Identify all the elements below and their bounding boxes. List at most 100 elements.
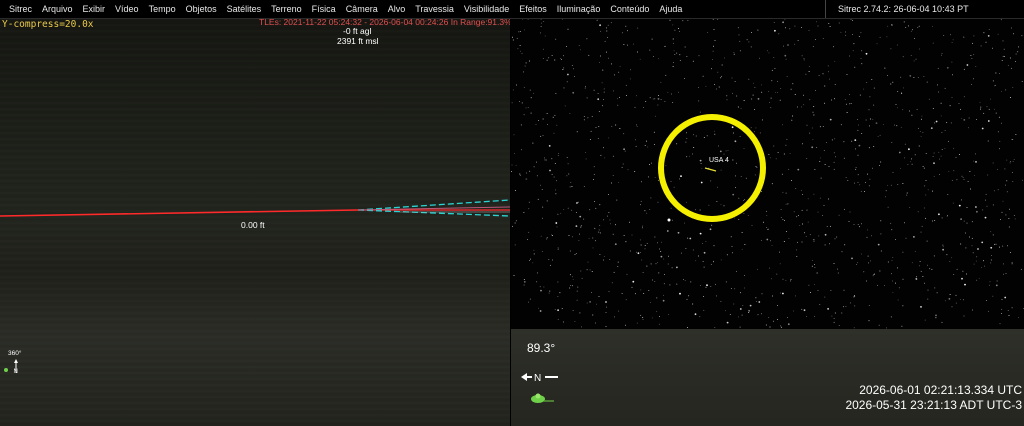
star <box>905 27 907 28</box>
star <box>990 262 992 264</box>
star <box>1008 208 1010 210</box>
star <box>751 224 753 226</box>
star <box>822 38 824 40</box>
menu-iluminacao[interactable]: Iluminação <box>552 0 606 18</box>
main-3d-view[interactable]: Y-compress=20.0x TLEs: 2021-11-22 05:24:… <box>0 18 510 426</box>
star <box>679 292 681 295</box>
star <box>767 90 769 92</box>
camera-view[interactable]: USA 4 89.3° N 2026-06-01 02:21:13.334 UT… <box>511 18 1024 426</box>
star <box>571 209 573 211</box>
star <box>515 84 517 86</box>
star <box>865 119 867 121</box>
star <box>756 166 758 168</box>
star <box>789 28 791 30</box>
star <box>773 57 775 59</box>
star <box>961 117 963 119</box>
star <box>952 39 954 41</box>
star <box>752 82 754 84</box>
star <box>601 82 603 84</box>
star <box>795 188 797 189</box>
menu-visibilidade[interactable]: Visibilidade <box>459 0 514 18</box>
star <box>606 30 608 32</box>
menu-video[interactable]: Vídeo <box>110 0 144 18</box>
star <box>575 253 577 255</box>
star <box>953 170 955 172</box>
star <box>898 151 901 154</box>
star <box>634 293 636 295</box>
menu-efeitos[interactable]: Efeitos <box>514 0 552 18</box>
star <box>920 306 922 308</box>
visibility-icon[interactable] <box>529 391 555 403</box>
star <box>532 142 534 144</box>
star <box>649 208 651 210</box>
star <box>563 67 565 69</box>
star <box>515 164 517 166</box>
menu-travessia[interactable]: Travessia <box>410 0 459 18</box>
star <box>872 167 874 169</box>
star <box>751 98 753 100</box>
star <box>955 302 957 304</box>
star <box>540 289 542 292</box>
star <box>845 34 847 36</box>
star <box>543 286 545 288</box>
menu-fisica[interactable]: Física <box>307 0 341 18</box>
star <box>946 254 948 256</box>
star <box>828 22 830 24</box>
star <box>705 85 707 87</box>
star <box>598 110 600 112</box>
star <box>672 24 674 26</box>
menu-terreno[interactable]: Terreno <box>266 0 307 18</box>
star <box>569 186 571 188</box>
star <box>569 113 571 114</box>
star <box>854 139 857 141</box>
star <box>891 273 892 275</box>
star <box>902 109 904 111</box>
star <box>823 150 825 152</box>
star <box>988 29 990 30</box>
menu-objetos[interactable]: Objetos <box>181 0 222 18</box>
menu-sitrec[interactable]: Sitrec <box>4 0 37 18</box>
star <box>824 233 827 236</box>
menu-camera[interactable]: Câmera <box>341 0 383 18</box>
menu-ajuda[interactable]: Ajuda <box>654 0 687 18</box>
star <box>595 303 597 305</box>
star <box>834 83 836 85</box>
star <box>542 206 544 208</box>
star <box>987 310 989 312</box>
star <box>946 66 949 69</box>
star <box>834 312 836 314</box>
star <box>732 132 734 134</box>
star <box>937 84 938 86</box>
star <box>723 205 725 207</box>
star <box>893 124 895 126</box>
menu-alvo[interactable]: Alvo <box>383 0 411 18</box>
star <box>981 127 984 130</box>
star <box>512 39 514 41</box>
star <box>944 129 946 131</box>
menu-tempo[interactable]: Tempo <box>144 0 181 18</box>
star <box>731 126 734 129</box>
star <box>519 174 521 176</box>
star <box>1002 40 1004 42</box>
star <box>557 154 559 156</box>
menu-arquivo[interactable]: Arquivo <box>37 0 78 18</box>
star <box>840 31 842 33</box>
menu-exibir[interactable]: Exibir <box>78 0 111 18</box>
star <box>621 292 623 294</box>
star <box>971 309 973 311</box>
star <box>927 298 929 300</box>
star <box>797 168 800 171</box>
star <box>757 314 759 316</box>
star <box>824 164 826 165</box>
star <box>624 150 626 152</box>
star <box>739 50 741 52</box>
star <box>834 60 836 62</box>
star <box>852 34 854 35</box>
menu-conteudo[interactable]: Conteúdo <box>605 0 654 18</box>
menu-satelites[interactable]: Satélites <box>222 0 267 18</box>
star <box>966 64 969 66</box>
star <box>515 220 517 222</box>
star <box>702 75 704 77</box>
star <box>646 243 648 245</box>
star <box>580 270 582 272</box>
